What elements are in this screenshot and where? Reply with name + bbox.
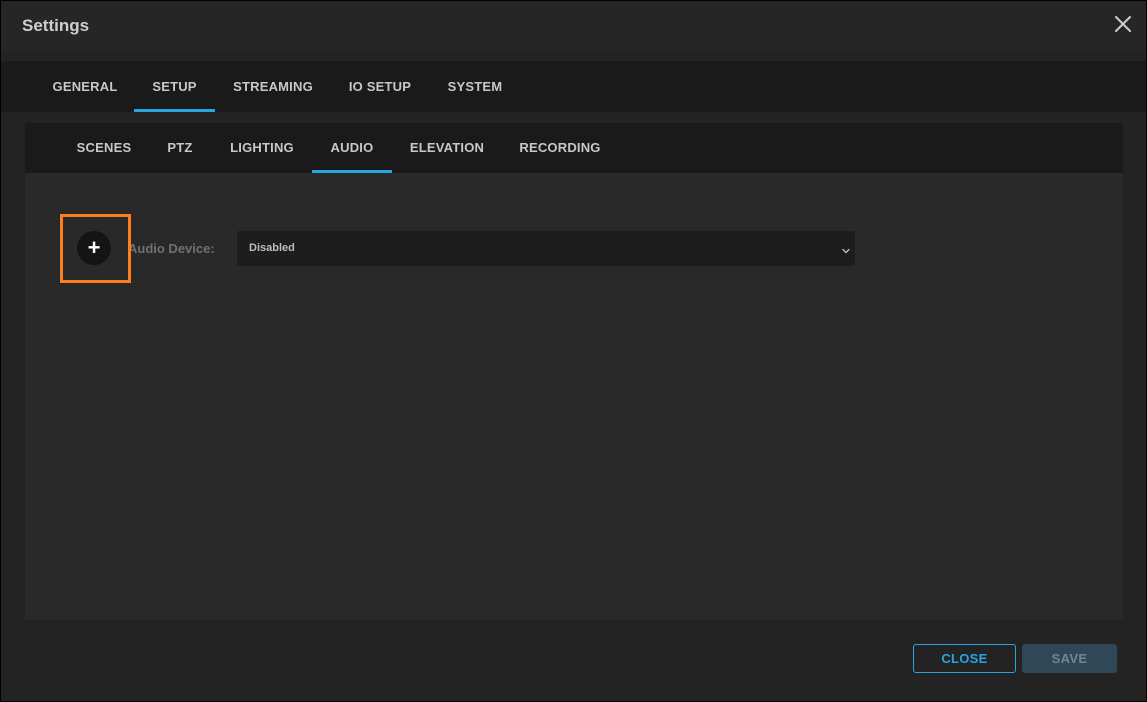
dialog-titlebar: Settings xyxy=(1,1,1146,51)
tab-audio[interactable]: AUDIO xyxy=(312,123,392,173)
tab-lighting[interactable]: LIGHTING xyxy=(220,123,304,173)
tab-general[interactable]: GENERAL xyxy=(41,61,129,112)
save-button[interactable]: SAVE xyxy=(1022,644,1117,673)
setup-panel: SCENES PTZ LIGHTING AUDIO ELEVATION RECO… xyxy=(25,123,1123,620)
audio-device-label: Audio Device: xyxy=(128,241,215,256)
close-button[interactable]: CLOSE xyxy=(913,644,1016,673)
audio-device-select[interactable]: Disabled xyxy=(237,231,855,266)
add-audio-device-button[interactable]: + xyxy=(77,231,111,265)
plus-icon: + xyxy=(87,235,101,260)
tab-system[interactable]: SYSTEM xyxy=(437,61,513,112)
tab-streaming[interactable]: STREAMING xyxy=(221,61,325,112)
main-tab-bar: GENERAL SETUP STREAMING IO SETUP SYSTEM xyxy=(1,61,1146,112)
tab-scenes[interactable]: SCENES xyxy=(65,123,143,173)
tab-setup[interactable]: SETUP xyxy=(134,61,215,112)
tab-elevation[interactable]: ELEVATION xyxy=(402,123,492,173)
tab-ptz[interactable]: PTZ xyxy=(157,123,203,173)
close-icon[interactable] xyxy=(1112,13,1134,35)
chevron-down-icon xyxy=(841,243,851,261)
audio-device-value: Disabled xyxy=(249,242,295,254)
tab-recording[interactable]: RECORDING xyxy=(511,123,609,173)
sub-tab-bar: SCENES PTZ LIGHTING AUDIO ELEVATION RECO… xyxy=(25,123,1123,173)
tab-io-setup[interactable]: IO SETUP xyxy=(337,61,423,112)
settings-dialog: Settings GENERAL SETUP STREAMING IO SETU… xyxy=(0,0,1147,702)
dialog-title: Settings xyxy=(22,16,90,35)
